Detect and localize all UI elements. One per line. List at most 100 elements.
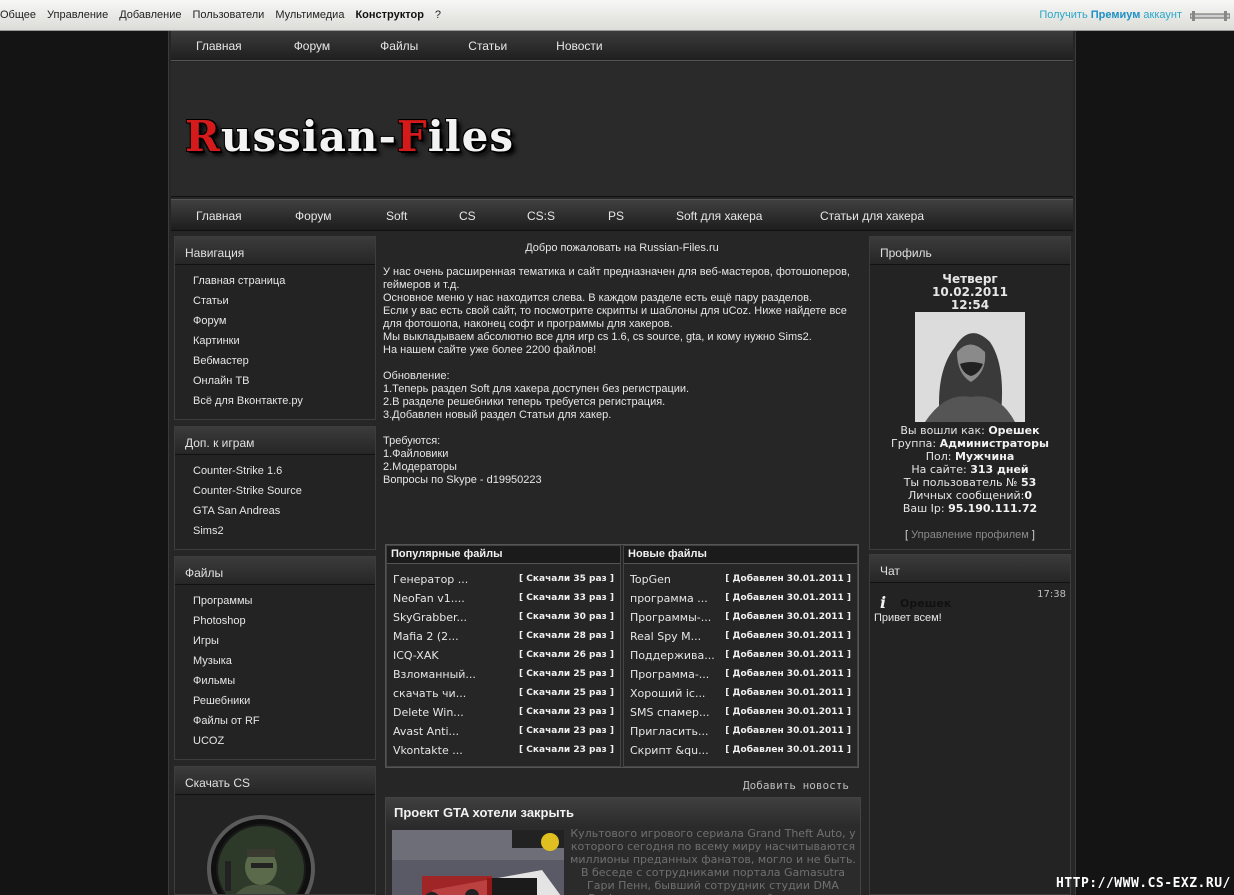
games-item-sims2[interactable]: Sims2 — [193, 521, 375, 541]
nav-item-pictures[interactable]: Картинки — [193, 331, 375, 351]
subnav-hacker-soft[interactable]: Soft для хакера — [676, 200, 762, 232]
nav-item-online-tv[interactable]: Онлайн ТВ — [193, 371, 375, 391]
added-date: [ Добавлен 30.01.2011 ] — [725, 574, 851, 584]
nav-item-forum[interactable]: Форум — [193, 311, 375, 331]
table-row[interactable]: Delete Win... [ Скачали 23 раз ] — [387, 703, 620, 722]
subnav-cs[interactable]: CS — [459, 200, 476, 232]
file-name[interactable]: Хороший ic... — [630, 684, 705, 703]
added-date: [ Добавлен 30.01.2011 ] — [725, 726, 851, 736]
games-item-cs16[interactable]: Counter-Strike 1.6 — [193, 461, 375, 481]
table-row[interactable]: программа ... [ Добавлен 30.01.2011 ] — [624, 589, 857, 608]
profile-ip: Ваш Ip: 95.190.111.72 — [870, 502, 1070, 515]
table-row[interactable]: Взломанный... [ Скачали 25 раз ] — [387, 665, 620, 684]
file-name[interactable]: Поддержива... — [630, 646, 715, 665]
file-name[interactable]: программа ... — [630, 589, 708, 608]
file-name[interactable]: Delete Win... — [393, 703, 464, 722]
file-name[interactable]: SkyGrabber... — [393, 608, 467, 627]
admin-menu-general[interactable]: Общее — [0, 9, 36, 21]
files-item-programs[interactable]: Программы — [193, 591, 375, 611]
topnav-news[interactable]: Новости — [556, 31, 602, 60]
subnav-forum[interactable]: Форум — [295, 200, 331, 232]
profile-login: Вы вошли как: Орешек — [870, 424, 1070, 437]
premium-link[interactable]: Получить Премиум аккаунт — [1039, 9, 1182, 21]
topnav-articles[interactable]: Статьи — [468, 31, 507, 60]
download-count: [ Скачали 23 раз ] — [519, 745, 614, 755]
table-row[interactable]: Генератор ... [ Скачали 35 раз ] — [387, 570, 620, 589]
games-item-gta[interactable]: GTA San Andreas — [193, 501, 375, 521]
file-name[interactable]: TopGen — [630, 570, 671, 589]
add-news-link[interactable]: Добавить новость — [743, 779, 849, 792]
table-row[interactable]: Пригласить... [ Добавлен 30.01.2011 ] — [624, 722, 857, 741]
watermark-text: HTTP://WWW.CS-EXZ.RU/ — [1056, 876, 1231, 891]
nav-item-articles[interactable]: Статьи — [193, 291, 375, 311]
table-row[interactable]: TopGen [ Добавлен 30.01.2011 ] — [624, 570, 857, 589]
user-number-value: 53 — [1020, 476, 1037, 489]
table-row[interactable]: NeoFan v1.... [ Скачали 33 раз ] — [387, 589, 620, 608]
news-title[interactable]: Проект GTA хотели закрыть — [386, 798, 860, 828]
subnav-css[interactable]: CS:S — [527, 200, 555, 232]
table-row[interactable]: Скрипт &qu... [ Добавлен 30.01.2011 ] — [624, 741, 857, 760]
file-name[interactable]: скачать чи... — [393, 684, 466, 703]
table-row[interactable]: Avast Anti... [ Скачали 23 раз ] — [387, 722, 620, 741]
games-item-css[interactable]: Counter-Strike Source — [193, 481, 375, 501]
table-row[interactable]: SMS спамер... [ Добавлен 30.01.2011 ] — [624, 703, 857, 722]
topnav-home[interactable]: Главная — [196, 31, 242, 60]
files-item-rf-files[interactable]: Файлы от RF — [193, 711, 375, 731]
table-row[interactable]: скачать чи... [ Скачали 25 раз ] — [387, 684, 620, 703]
table-row[interactable]: Программа-... [ Добавлен 30.01.2011 ] — [624, 665, 857, 684]
files-item-music[interactable]: Музыка — [193, 651, 375, 671]
nav-item-home[interactable]: Главная страница — [193, 271, 375, 291]
subnav-soft[interactable]: Soft — [386, 200, 407, 232]
table-row[interactable]: Vkontakte ... [ Скачали 23 раз ] — [387, 741, 620, 760]
cs-emblem-icon[interactable] — [175, 795, 375, 895]
profile-block: Профиль Четверг 10.02.2011 12:54 Вы вошл… — [869, 236, 1071, 550]
file-name[interactable]: Генератор ... — [393, 570, 468, 589]
files-item-films[interactable]: Фильмы — [193, 671, 375, 691]
file-name[interactable]: NeoFan v1.... — [393, 589, 465, 608]
nav-item-webmaster[interactable]: Вебмастер — [193, 351, 375, 371]
nav-item-vkontakte[interactable]: Всё для Вконтакте.ру — [193, 391, 375, 411]
gta-screenshot-image[interactable] — [392, 830, 564, 895]
file-name[interactable]: ICQ-XAK — [393, 646, 439, 665]
slider-toggle-icon[interactable] — [1190, 11, 1230, 21]
files-item-photoshop[interactable]: Photoshop — [193, 611, 375, 631]
file-name[interactable]: Взломанный... — [393, 665, 476, 684]
table-row[interactable]: Поддержива... [ Добавлен 30.01.2011 ] — [624, 646, 857, 665]
table-row[interactable]: Хороший ic... [ Добавлен 30.01.2011 ] — [624, 684, 857, 703]
table-row[interactable]: ICQ-XAK [ Скачали 26 раз ] — [387, 646, 620, 665]
admin-menu-manage[interactable]: Управление — [47, 9, 108, 21]
files-item-reshebniki[interactable]: Решебники — [193, 691, 375, 711]
file-name[interactable]: Real Spy M... — [630, 627, 701, 646]
gender-label: Пол: — [925, 450, 955, 463]
file-name[interactable]: Скрипт &qu... — [630, 741, 709, 760]
files-item-ucoz[interactable]: UCOZ — [193, 731, 375, 751]
topnav-forum[interactable]: Форум — [294, 31, 330, 60]
file-name[interactable]: Mafia 2 (2... — [393, 627, 459, 646]
table-row[interactable]: Программы-... [ Добавлен 30.01.2011 ] — [624, 608, 857, 627]
admin-menu-multimedia[interactable]: Мультимедиа — [275, 9, 344, 21]
site-logo[interactable]: Russian-Files — [185, 112, 514, 161]
new-files: Новые файлы TopGen [ Добавлен 30.01.2011 … — [623, 545, 858, 767]
manage-profile: [ Управление профилем ] — [870, 529, 1070, 541]
table-row[interactable]: SkyGrabber... [ Скачали 30 раз ] — [387, 608, 620, 627]
avatar[interactable] — [915, 312, 1025, 422]
subnav-hacker-articles[interactable]: Статьи для хакера — [820, 200, 924, 232]
file-name[interactable]: Пригласить... — [630, 722, 709, 741]
admin-menu-help[interactable]: ? — [435, 9, 441, 21]
subnav-ps[interactable]: PS — [608, 200, 624, 232]
subnav-home[interactable]: Главная — [196, 200, 242, 232]
admin-menu-constructor[interactable]: Конструктор — [355, 9, 423, 21]
file-name[interactable]: Программа-... — [630, 665, 709, 684]
files-item-games[interactable]: Игры — [193, 631, 375, 651]
table-row[interactable]: Mafia 2 (2... [ Скачали 28 раз ] — [387, 627, 620, 646]
files-tables: Популярные файлы Генератор ... [ Скачали … — [385, 544, 859, 768]
manage-profile-link[interactable]: Управление профилем — [911, 529, 1029, 541]
table-row[interactable]: Real Spy M... [ Добавлен 30.01.2011 ] — [624, 627, 857, 646]
file-name[interactable]: SMS спамер... — [630, 703, 709, 722]
admin-menu-users[interactable]: Пользователи — [193, 9, 265, 21]
file-name[interactable]: Программы-... — [630, 608, 711, 627]
admin-menu-add[interactable]: Добавление — [119, 9, 181, 21]
file-name[interactable]: Avast Anti... — [393, 722, 459, 741]
topnav-files[interactable]: Файлы — [380, 31, 418, 60]
file-name[interactable]: Vkontakte ... — [393, 741, 463, 760]
